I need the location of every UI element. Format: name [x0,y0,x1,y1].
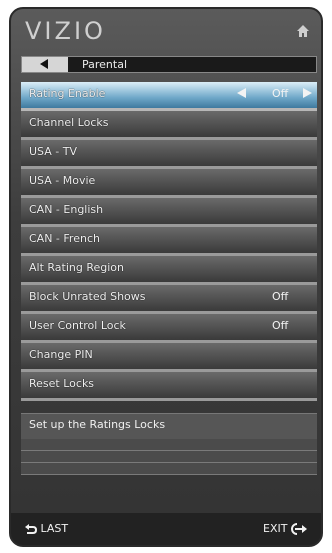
breadcrumb[interactable]: Parental [21,56,317,73]
menu-item-value: Off [272,319,289,332]
menu-item-label: USA - TV [29,145,77,158]
menu-item-block-unrated-shows[interactable]: Block Unrated Shows Off [21,285,317,314]
exit-label: EXIT [263,522,288,535]
exit-arrow-icon [291,523,307,535]
last-button[interactable]: LAST [25,522,68,535]
menu-item-label: User Control Lock [29,319,126,332]
menu-item-label: CAN - French [29,232,100,245]
return-arrow-icon [25,524,37,534]
vizio-logo: VIZIO [25,17,106,45]
menu-item-label: Channel Locks [29,116,109,129]
menu-item-channel-locks[interactable]: Channel Locks [21,111,317,140]
menu-item-label: Reset Locks [29,377,95,390]
help-text-box: Set up the Ratings Locks [21,413,317,439]
last-label: LAST [40,522,69,535]
menu-item-can-french[interactable]: CAN - French [21,227,317,256]
menu-item-usa-tv[interactable]: USA - TV [21,140,317,169]
arrow-right-icon[interactable] [303,88,312,98]
back-button[interactable] [22,57,68,72]
exit-button[interactable]: EXIT [263,522,307,535]
parental-menu-list: Rating Enable Off Channel Locks USA - TV… [21,82,317,401]
back-arrow-icon [40,59,48,69]
menu-item-label: USA - Movie [29,174,96,187]
home-icon[interactable] [297,25,309,37]
menu-item-label: Change PIN [29,348,93,361]
menu-item-value: Off [272,87,289,100]
breadcrumb-title: Parental [82,58,128,71]
menu-item-alt-rating-region[interactable]: Alt Rating Region [21,256,317,285]
menu-item-label: Block Unrated Shows [29,290,146,303]
menu-item-user-control-lock[interactable]: User Control Lock Off [21,314,317,343]
menu-item-value: Off [272,290,289,303]
menu-item-reset-locks[interactable]: Reset Locks [21,372,317,401]
menu-item-label: Alt Rating Region [29,261,125,274]
menu-item-change-pin[interactable]: Change PIN [21,343,317,372]
menu-header: VIZIO [11,9,321,53]
help-text: Set up the Ratings Locks [29,418,166,431]
tv-menu-panel: VIZIO Parental Rating Enable Off Channel… [9,7,323,547]
menu-item-usa-movie[interactable]: USA - Movie [21,169,317,198]
help-area-lines [21,439,317,475]
arrow-left-icon[interactable] [237,88,246,98]
menu-item-label: Rating Enable [29,87,106,100]
menu-item-label: CAN - English [29,203,104,216]
menu-item-rating-enable[interactable]: Rating Enable Off [21,82,317,111]
menu-footer: LAST EXIT [11,513,321,545]
menu-item-can-english[interactable]: CAN - English [21,198,317,227]
